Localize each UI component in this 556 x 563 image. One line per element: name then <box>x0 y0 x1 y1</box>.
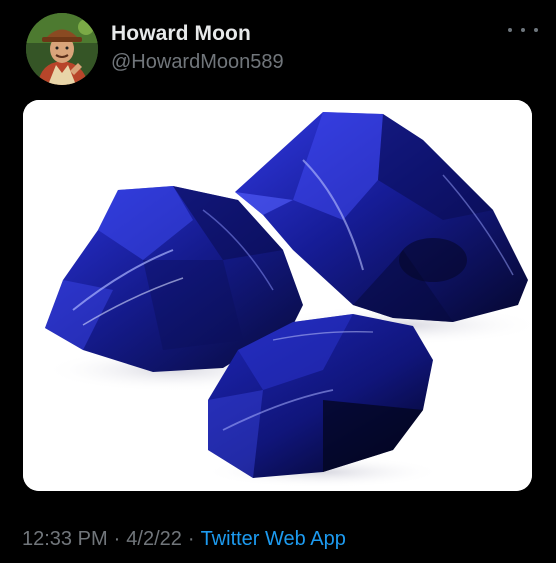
tweet-media-image[interactable] <box>23 100 532 491</box>
more-options-icon[interactable] <box>508 22 538 38</box>
cobalt-glass-rocks-image <box>23 100 532 491</box>
tweet-date[interactable]: 4/2/22 <box>126 528 182 550</box>
meta-separator: · <box>113 528 121 550</box>
tweet-metadata: 12:33 PM · 4/2/22 · Twitter Web App <box>22 528 346 551</box>
meta-separator: · <box>187 528 195 550</box>
avatar-photo-icon <box>26 13 98 85</box>
more-dot <box>521 28 525 32</box>
author-display-name[interactable]: Howard Moon <box>111 22 251 46</box>
author-handle[interactable]: @HowardMoon589 <box>111 51 284 74</box>
tweet-time[interactable]: 12:33 PM <box>22 528 108 550</box>
more-dot <box>534 28 538 32</box>
more-dot <box>508 28 512 32</box>
author-avatar[interactable] <box>26 13 98 85</box>
tweet-source-link[interactable]: Twitter Web App <box>201 528 346 550</box>
